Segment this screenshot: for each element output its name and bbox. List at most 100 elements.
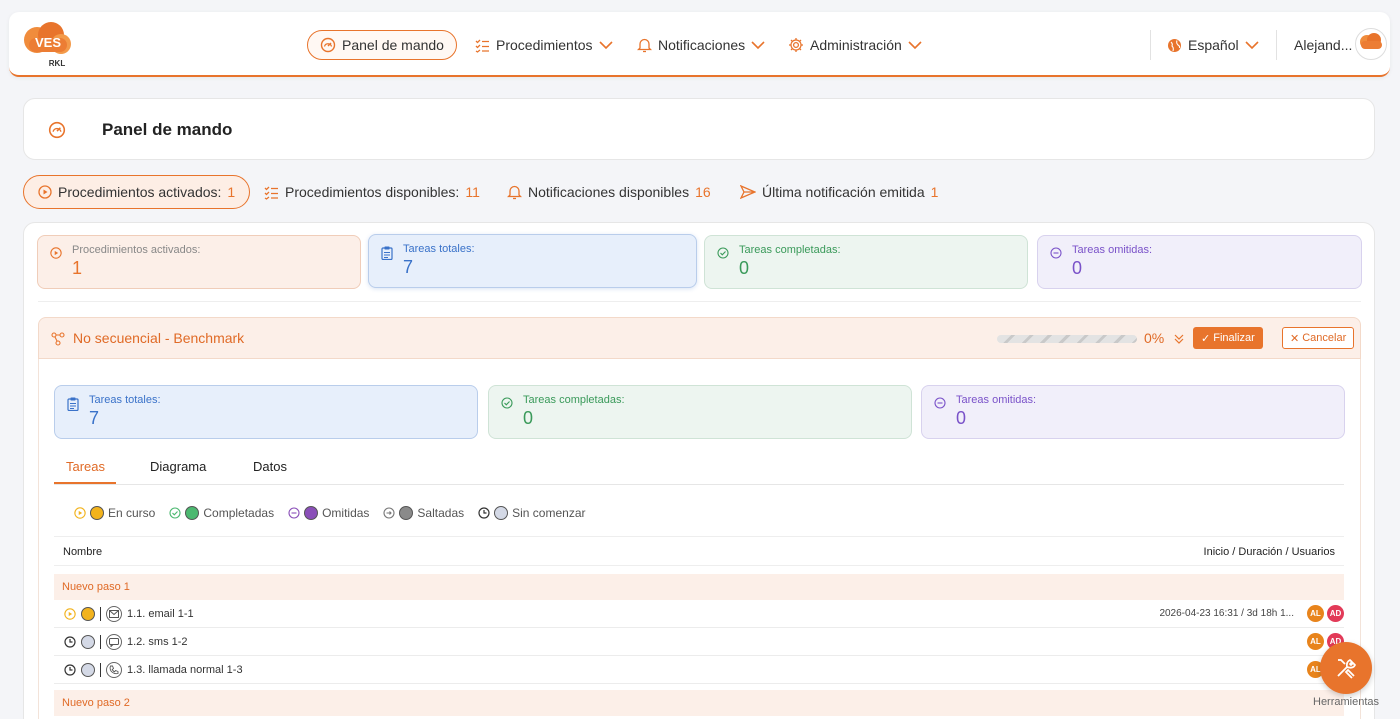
user-avatar[interactable]: AL: [1307, 633, 1324, 650]
table-row[interactable]: 1.2. sms 1-2 AL AD: [54, 628, 1344, 656]
app-logo[interactable]: VES RKL: [21, 20, 75, 68]
table-row[interactable]: 1.3. llamada normal 1-3 AL: [54, 656, 1344, 684]
logo-text: VES: [35, 35, 61, 50]
play-circle-icon: [38, 185, 52, 199]
speedometer-icon: [320, 37, 336, 53]
legend-label: Completadas: [203, 506, 275, 520]
email-icon: [106, 606, 122, 622]
task-group[interactable]: Nuevo paso 2: [54, 690, 1344, 716]
chevron-down-icon: [598, 41, 613, 50]
clock-icon: [64, 664, 76, 676]
chip-ultima-notificacion[interactable]: Última notificación emitida 1: [740, 175, 938, 209]
separator: [100, 635, 101, 649]
user-name: Alejand...: [1294, 37, 1353, 53]
user-avatar[interactable]: AL: [1307, 605, 1324, 622]
chip-count: 1: [930, 184, 939, 200]
speedometer-icon: [48, 121, 66, 139]
procedure-stat-tareas-completadas: Tareas completadas: 0: [488, 385, 912, 439]
play-circle-icon: [74, 507, 86, 519]
task-name: 1.3. llamada normal 1-3: [127, 664, 243, 676]
nav-item-label: Panel de mando: [342, 37, 444, 53]
cancel-button[interactable]: ✕ Cancelar: [1282, 327, 1355, 349]
stat-procedimientos-activados: Procedimientos activados: 1: [37, 235, 361, 289]
chip-count: 11: [465, 184, 480, 200]
stat-value: 0: [523, 408, 534, 428]
tasks-table-header: Nombre Inicio / Duración / Usuarios: [54, 536, 1344, 566]
stat-label: Tareas completadas:: [739, 244, 841, 256]
chip-procedimientos-activados[interactable]: Procedimientos activados: 1: [23, 175, 251, 209]
nav-item-notificaciones[interactable]: Notificaciones: [637, 30, 765, 60]
check-circle-icon: [501, 397, 513, 409]
task-name: 1.2. sms 1-2: [127, 636, 188, 648]
double-chevron-down-icon[interactable]: [1173, 333, 1185, 345]
stat-value: 0: [1072, 258, 1083, 278]
procedure-stat-tareas-totales: Tareas totales: 7: [54, 385, 478, 439]
legend-label: En curso: [108, 506, 156, 520]
stat-value: 1: [72, 258, 83, 278]
phone-icon: [106, 662, 122, 678]
divider: [38, 301, 1361, 302]
bell-icon: [637, 38, 652, 53]
user-avatar[interactable]: AD: [1327, 605, 1344, 622]
nav-item-label: Administración: [810, 37, 902, 53]
clock-icon: [478, 507, 490, 519]
stat-tareas-omitidas: Tareas omitidas: 0: [1037, 235, 1362, 289]
stat-label: Tareas omitidas:: [1072, 244, 1153, 256]
user-avatar[interactable]: [1355, 28, 1387, 60]
chip-label: Notificaciones disponibles: [528, 184, 690, 200]
tab-datos[interactable]: Datos: [253, 459, 287, 474]
chip-label: Procedimientos activados:: [58, 184, 222, 200]
logo-sub: RKL: [49, 59, 66, 68]
globe-icon: [1168, 38, 1181, 52]
clipboard-icon: [67, 397, 79, 411]
stat-label: Tareas totales:: [89, 394, 161, 406]
task-group[interactable]: Nuevo paso 1: [54, 574, 1344, 600]
status-dot: [399, 506, 414, 520]
chip-procedimientos-disponibles[interactable]: Procedimientos disponibles: 11: [264, 175, 480, 209]
user-menu[interactable]: Alejand...: [1294, 30, 1352, 60]
nav-item-panel-de-mando[interactable]: Panel de mando: [307, 30, 457, 60]
stat-label: Tareas totales:: [403, 243, 475, 255]
chip-count: 1: [227, 184, 236, 200]
legend-en-curso: En curso: [74, 506, 155, 520]
page-title: Panel de mando: [102, 120, 233, 139]
chip-label: Última notificación emitida: [762, 184, 925, 200]
avatar-logo-icon: [1360, 33, 1382, 49]
task-name: 1.1. email 1-1: [127, 608, 194, 620]
tools-button[interactable]: [1320, 642, 1372, 694]
legend-completadas: Completadas: [169, 506, 274, 520]
tools-label: Herramientas: [1313, 696, 1380, 708]
minus-circle-icon: [934, 397, 946, 409]
chevron-down-icon: [751, 41, 765, 50]
nav-divider: [1150, 30, 1151, 60]
status-legend: En curso Completadas Omitidas Saltadas S…: [74, 506, 586, 520]
tools-icon: [1337, 659, 1356, 679]
stat-value: 0: [956, 408, 967, 428]
nav-item-administracion[interactable]: Administración: [788, 30, 922, 60]
legend-sin-comenzar: Sin comenzar: [478, 506, 586, 520]
procedure-progress-label: 0%: [1144, 330, 1165, 346]
minus-circle-icon: [288, 507, 300, 519]
chip-notificaciones-disponibles[interactable]: Notificaciones disponibles 16: [507, 175, 711, 209]
finish-button[interactable]: ✓ Finalizar: [1193, 327, 1263, 349]
stat-label: Tareas omitidas:: [956, 394, 1037, 406]
language-selector[interactable]: Español: [1167, 30, 1259, 60]
procedure-progress-bar: [997, 335, 1137, 343]
status-dot: [81, 635, 95, 649]
check-circle-icon: [717, 247, 729, 259]
cancel-button-label: Cancelar: [1302, 332, 1347, 344]
check-circle-icon: [169, 507, 181, 519]
procedures-panel: Procedimientos activados: 1 Tareas total…: [23, 222, 1375, 719]
minus-circle-icon: [1050, 247, 1062, 259]
column-header-inicio: Inicio / Duración / Usuarios: [1203, 546, 1335, 558]
tab-diagrama[interactable]: Diagrama: [150, 459, 206, 474]
nav-item-procedimientos[interactable]: Procedimientos: [475, 30, 613, 60]
separator: [100, 607, 101, 621]
status-dot: [185, 506, 200, 520]
clipboard-icon: [381, 246, 393, 260]
tab-tareas[interactable]: Tareas: [66, 459, 105, 474]
bell-icon: [507, 185, 522, 200]
table-row[interactable]: 1.1. email 1-1 2026-04-23 16:31 / 3d 18h…: [54, 600, 1344, 628]
procedure-header[interactable]: No secuencial - Benchmark 0% ✓ Finalizar …: [38, 317, 1361, 359]
close-icon: ✕: [1290, 332, 1300, 345]
